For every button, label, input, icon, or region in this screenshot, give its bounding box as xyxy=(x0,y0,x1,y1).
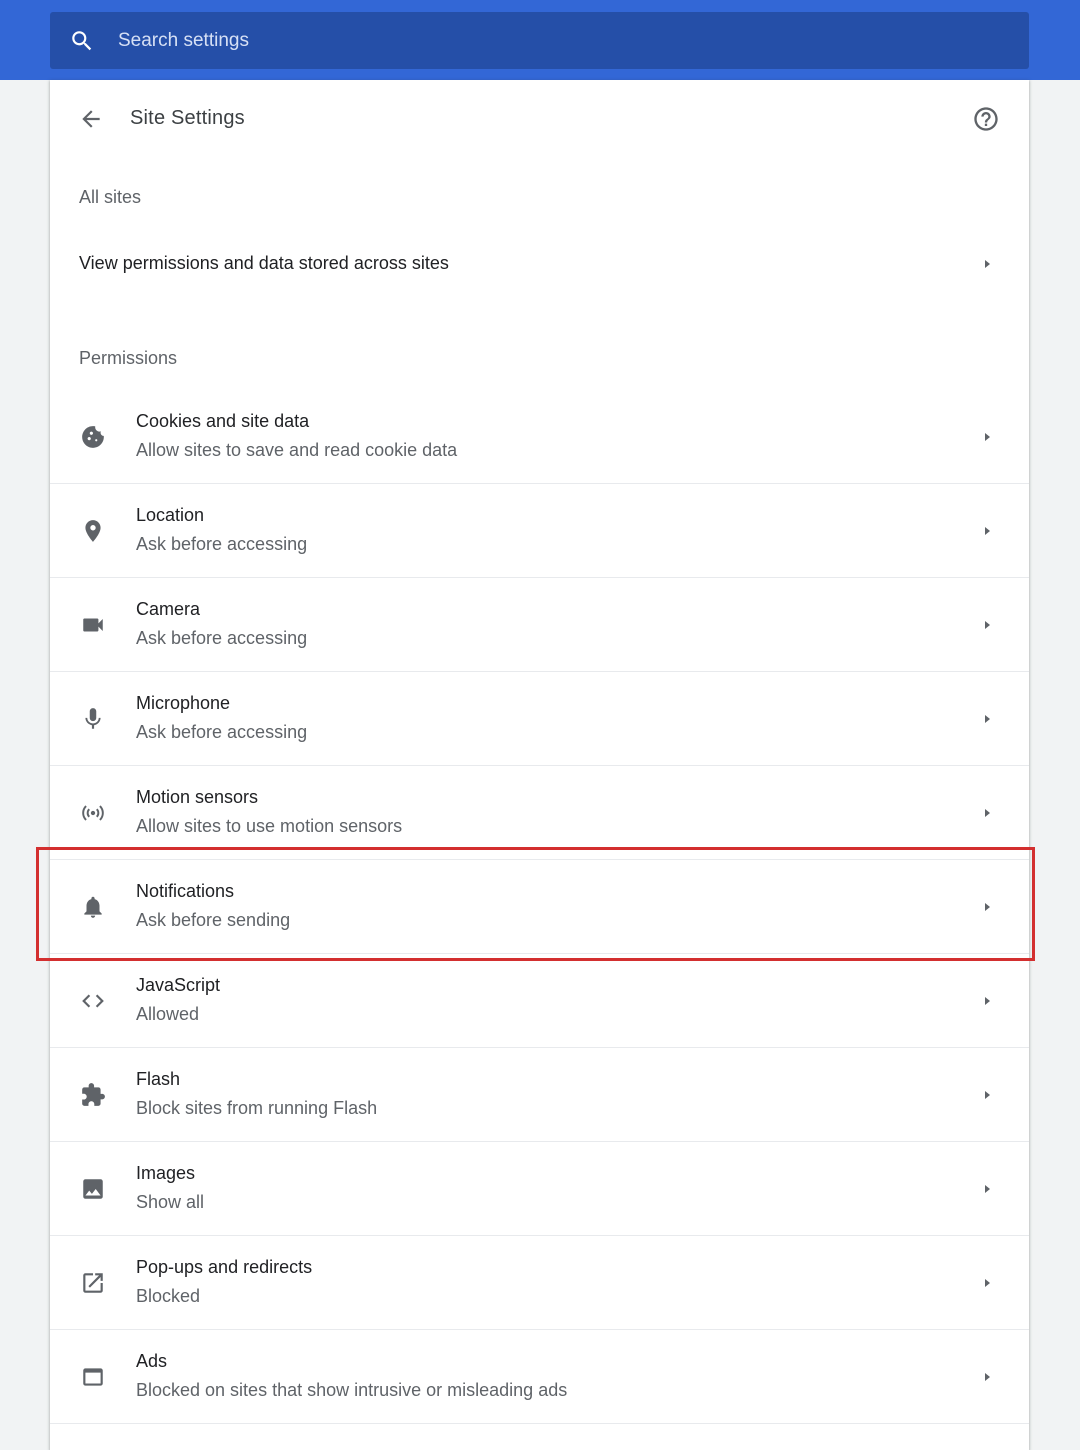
arrow-back-icon xyxy=(78,106,104,137)
camera-icon xyxy=(79,611,107,639)
permission-title: Ads xyxy=(136,1351,168,1371)
all-sites-label: View permissions and data stored across … xyxy=(79,253,449,273)
back-button[interactable] xyxy=(76,106,106,136)
cookie-icon xyxy=(79,423,107,451)
arrow-right-icon xyxy=(981,807,993,819)
permission-subtitle: Allow sites to save and read cookie data xyxy=(136,440,458,460)
permission-subtitle: Ask before accessing xyxy=(136,722,308,742)
permission-subtitle: Allowed xyxy=(136,1004,200,1024)
permission-row-ads[interactable]: Ads Blocked on sites that show intrusive… xyxy=(50,1330,1029,1424)
permission-row-popups[interactable]: Pop-ups and redirects Blocked xyxy=(50,1236,1029,1330)
permission-row-javascript[interactable]: JavaScript Allowed xyxy=(50,954,1029,1048)
permission-row-microphone[interactable]: Microphone Ask before accessing xyxy=(50,672,1029,766)
arrow-right-icon xyxy=(981,431,993,443)
code-icon xyxy=(79,987,107,1015)
permissions-list: Cookies and site data Allow sites to sav… xyxy=(50,390,1029,1424)
permission-subtitle: Block sites from running Flash xyxy=(136,1098,378,1118)
permission-title: JavaScript xyxy=(136,975,221,995)
arrow-right-icon xyxy=(981,258,993,270)
all-sites-row[interactable]: View permissions and data stored across … xyxy=(50,225,1029,303)
permission-row-notifications[interactable]: Notifications Ask before sending xyxy=(50,860,1029,954)
permissions-heading: Permissions xyxy=(79,348,178,368)
all-sites-heading: All sites xyxy=(79,187,142,207)
permission-subtitle: Ask before accessing xyxy=(136,628,308,648)
permission-row-images[interactable]: Images Show all xyxy=(50,1142,1029,1236)
permission-subtitle: Allow sites to use motion sensors xyxy=(136,816,403,836)
search-input[interactable] xyxy=(116,28,1000,53)
image-icon xyxy=(79,1175,107,1203)
permission-title: Cookies and site data xyxy=(136,411,310,431)
search-box[interactable] xyxy=(50,12,1029,69)
arrow-right-icon xyxy=(981,619,993,631)
open-in-new-icon xyxy=(79,1269,107,1297)
permission-title: Flash xyxy=(136,1069,181,1089)
bell-icon xyxy=(79,893,107,921)
arrow-right-icon xyxy=(981,1371,993,1383)
permission-row-motion-sensors[interactable]: Motion sensors Allow sites to use motion… xyxy=(50,766,1029,860)
permission-subtitle: Blocked xyxy=(136,1286,201,1306)
arrow-right-icon xyxy=(981,525,993,537)
permission-title: Microphone xyxy=(136,693,231,713)
arrow-right-icon xyxy=(981,713,993,725)
puzzle-icon xyxy=(79,1081,107,1109)
help-circle-icon xyxy=(972,105,1000,138)
microphone-icon xyxy=(79,705,107,733)
permission-title: Location xyxy=(136,505,205,525)
permission-title: Images xyxy=(136,1163,196,1183)
permission-row-cookies[interactable]: Cookies and site data Allow sites to sav… xyxy=(50,390,1029,484)
permission-subtitle: Blocked on sites that show intrusive or … xyxy=(136,1380,568,1400)
permission-row-camera[interactable]: Camera Ask before accessing xyxy=(50,578,1029,672)
permission-title: Notifications xyxy=(136,881,235,901)
help-button[interactable] xyxy=(971,106,1001,136)
sensors-icon xyxy=(79,799,107,827)
arrow-right-icon xyxy=(981,1183,993,1195)
permission-subtitle: Show all xyxy=(136,1192,205,1212)
page-title: Site Settings xyxy=(130,107,245,129)
arrow-right-icon xyxy=(981,1089,993,1101)
web-asset-icon xyxy=(79,1363,107,1391)
top-bar xyxy=(0,0,1080,80)
permission-title: Camera xyxy=(136,599,201,619)
permission-row-flash[interactable]: Flash Block sites from running Flash xyxy=(50,1048,1029,1142)
arrow-right-icon xyxy=(981,995,993,1007)
site-settings-card: Site Settings All sites View permissions… xyxy=(50,80,1029,1450)
permission-row-location[interactable]: Location Ask before accessing xyxy=(50,484,1029,578)
permission-subtitle: Ask before accessing xyxy=(136,534,308,554)
permission-subtitle: Ask before sending xyxy=(136,910,291,930)
arrow-right-icon xyxy=(981,1277,993,1289)
permission-title: Motion sensors xyxy=(136,787,259,807)
location-pin-icon xyxy=(79,517,107,545)
arrow-right-icon xyxy=(981,901,993,913)
permission-title: Pop-ups and redirects xyxy=(136,1257,313,1277)
page-header: Site Settings xyxy=(50,80,1029,162)
search-icon xyxy=(68,27,96,55)
